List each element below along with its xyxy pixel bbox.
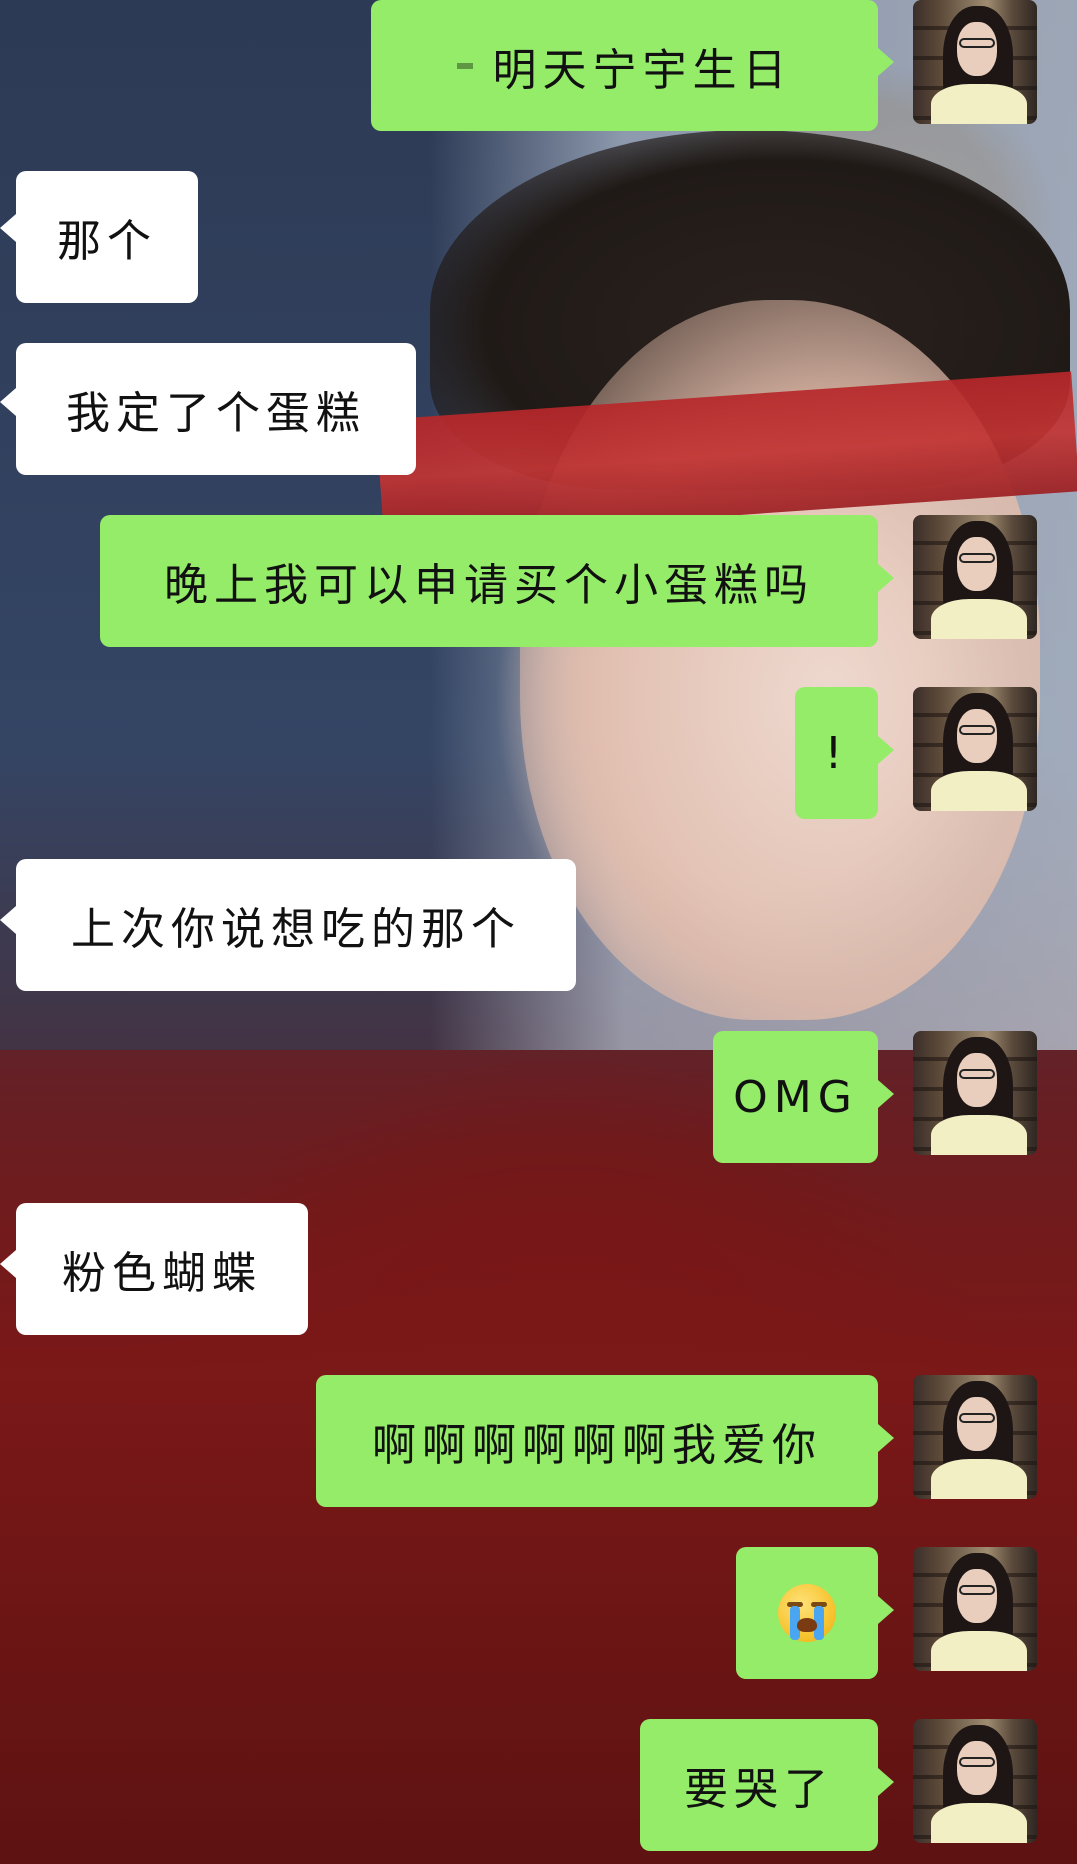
outgoing-message-bubble[interactable]: 明天宁宇生日 — [371, 0, 878, 131]
avatar[interactable] — [913, 0, 1037, 124]
message-text: 粉色蝴蝶 — [62, 1248, 262, 1299]
loudly-crying-face-icon — [778, 1584, 836, 1642]
message-text: ! — [824, 727, 849, 779]
message-text: 晚上我可以申请买个小蛋糕吗 — [164, 560, 814, 611]
bubble-tail — [878, 1080, 894, 1108]
incoming-message-bubble[interactable]: 我定了个蛋糕 — [16, 343, 416, 475]
blurred-text-mark — [456, 62, 473, 69]
message-text: 要哭了 — [684, 1764, 834, 1815]
outgoing-message-bubble[interactable]: 晚上我可以申请买个小蛋糕吗 — [100, 515, 878, 647]
avatar[interactable] — [913, 687, 1037, 811]
message-text: OMG — [733, 1071, 858, 1123]
avatar[interactable] — [913, 1375, 1037, 1499]
bubble-tail — [0, 214, 16, 242]
outgoing-message-bubble[interactable]: 啊啊啊啊啊啊我爱你 — [316, 1375, 878, 1507]
outgoing-message-bubble[interactable]: OMG — [713, 1031, 878, 1163]
outgoing-message-bubble[interactable]: 要哭了 — [640, 1719, 878, 1851]
message-text: 啊啊啊啊啊啊我爱你 — [372, 1420, 822, 1471]
message-text: 那个 — [57, 216, 157, 267]
incoming-message-bubble[interactable]: 上次你说想吃的那个 — [16, 859, 576, 991]
bubble-tail — [878, 48, 894, 76]
incoming-message-bubble[interactable]: 那个 — [16, 171, 198, 303]
avatar[interactable] — [913, 1719, 1037, 1843]
bubble-tail — [878, 1424, 894, 1452]
bubble-tail — [0, 906, 16, 934]
outgoing-message-bubble[interactable]: ! — [795, 687, 878, 819]
message-text: 我定了个蛋糕 — [66, 388, 366, 439]
bubble-tail — [878, 564, 894, 592]
bubble-tail — [878, 1768, 894, 1796]
avatar[interactable] — [913, 1031, 1037, 1155]
bubble-tail — [878, 1596, 894, 1624]
bubble-tail — [0, 1250, 16, 1278]
avatar[interactable] — [913, 515, 1037, 639]
avatar[interactable] — [913, 1547, 1037, 1671]
outgoing-message-bubble[interactable] — [736, 1547, 878, 1679]
incoming-message-bubble[interactable]: 粉色蝴蝶 — [16, 1203, 308, 1335]
bubble-tail — [0, 388, 16, 416]
message-text: 上次你说想吃的那个 — [71, 904, 521, 955]
message-text: 明天宁宇生日 — [492, 44, 793, 96]
bubble-tail — [878, 736, 894, 764]
